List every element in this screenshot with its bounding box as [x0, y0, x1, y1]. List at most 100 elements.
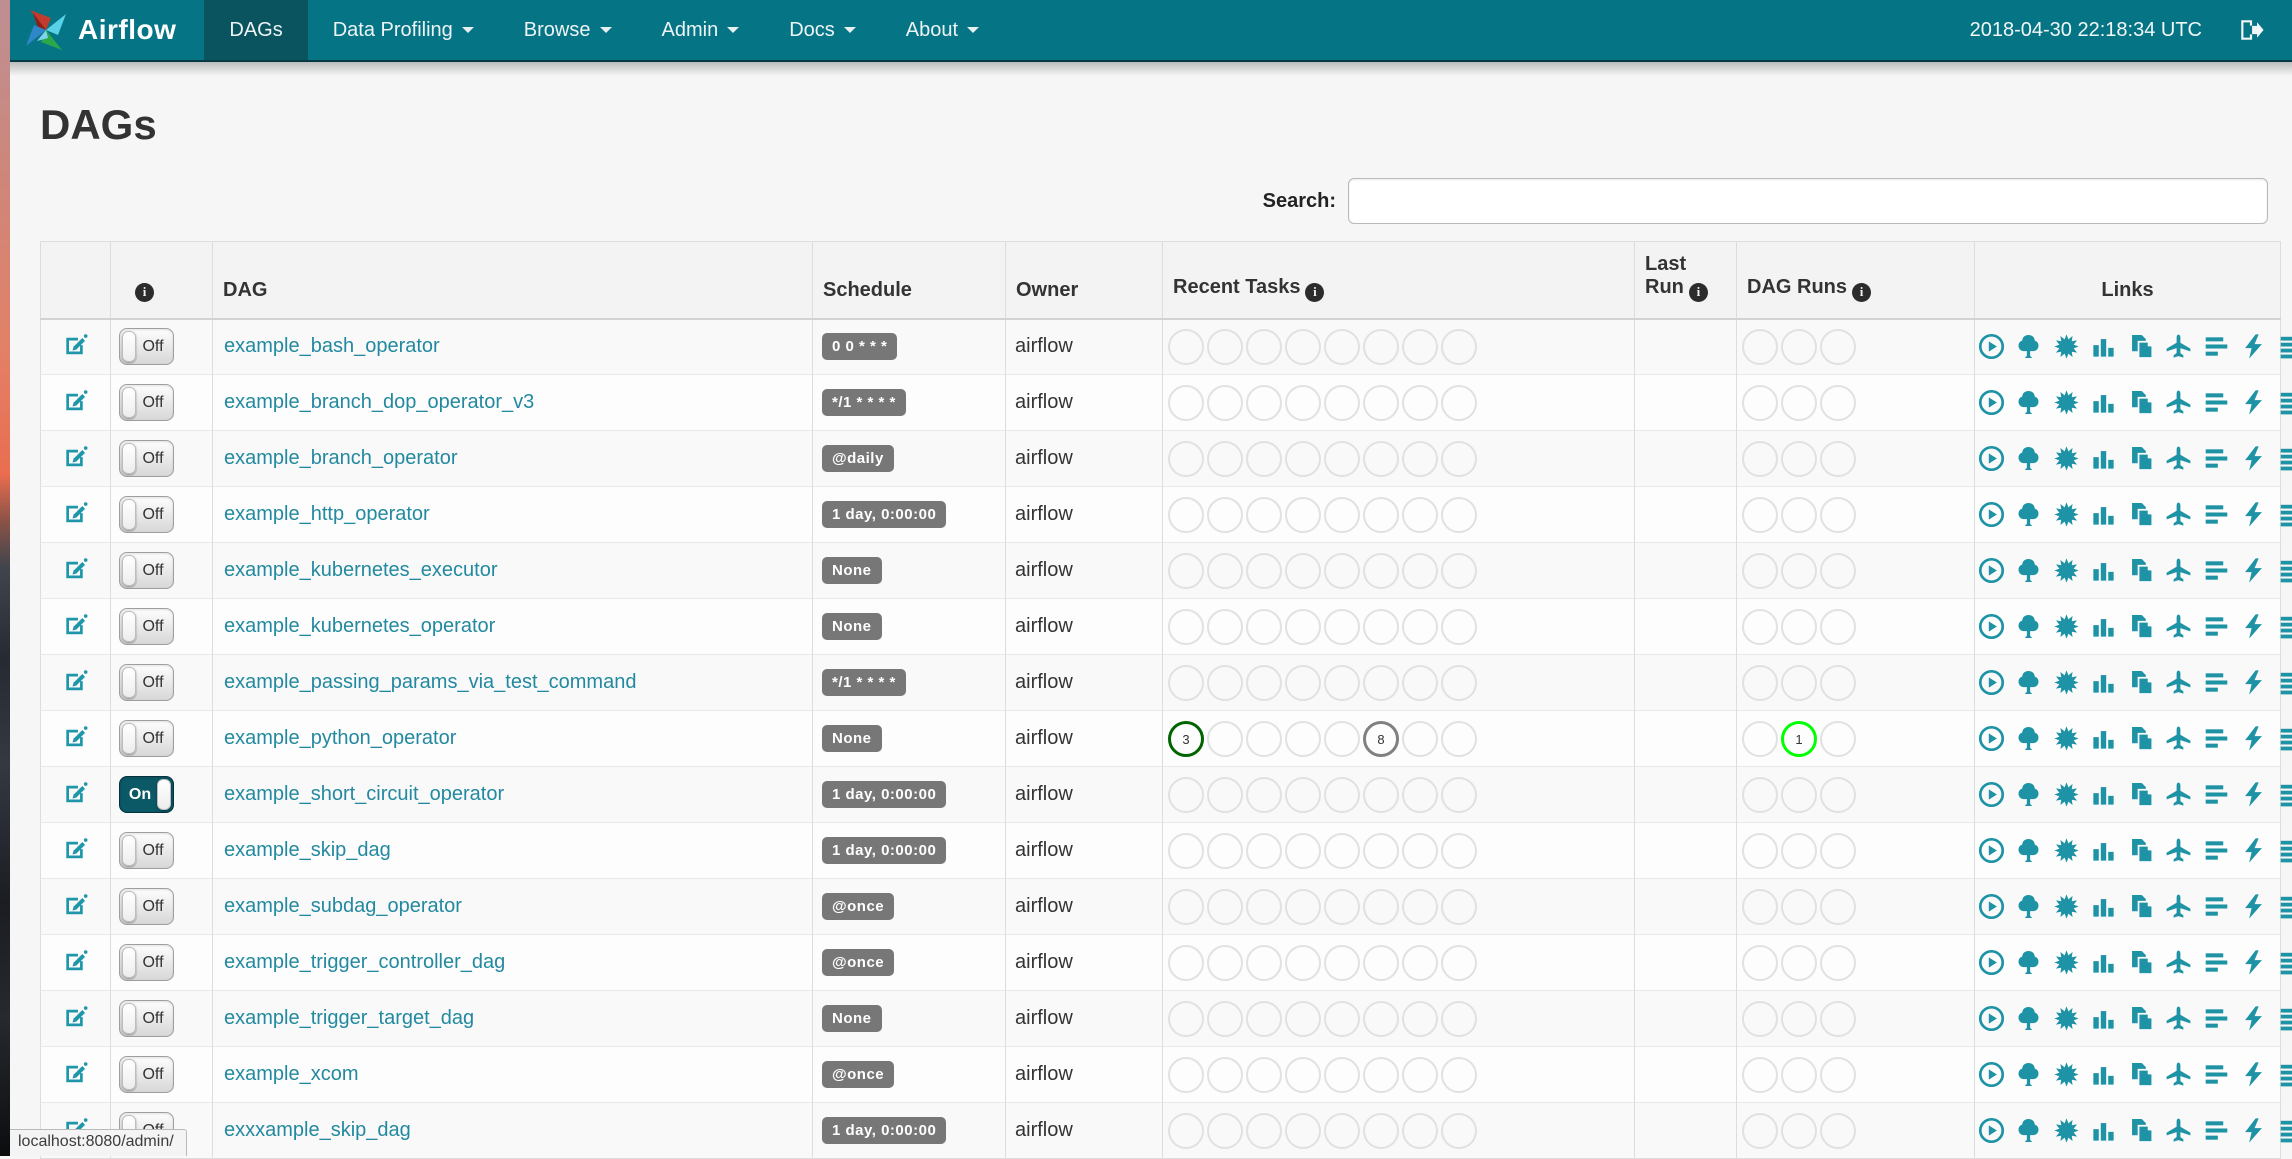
- trigger-dag-link[interactable]: [1978, 557, 2005, 584]
- gantt-link[interactable]: [2203, 445, 2230, 472]
- task-duration-link[interactable]: [2090, 1117, 2117, 1144]
- edit-dag-button[interactable]: [62, 779, 89, 811]
- code-link[interactable]: [2240, 557, 2267, 584]
- tree-view-link[interactable]: [2015, 781, 2042, 808]
- edit-dag-button[interactable]: [62, 499, 89, 531]
- landing-times-link[interactable]: [2165, 949, 2192, 976]
- tree-view-link[interactable]: [2015, 949, 2042, 976]
- logs-link[interactable]: [2278, 837, 2292, 864]
- landing-times-link[interactable]: [2165, 1061, 2192, 1088]
- logout-button[interactable]: [2238, 17, 2264, 43]
- landing-times-link[interactable]: [2165, 837, 2192, 864]
- dag-name-link[interactable]: example_passing_params_via_test_command: [224, 671, 636, 693]
- logs-link[interactable]: [2278, 613, 2292, 640]
- trigger-dag-link[interactable]: [1978, 893, 2005, 920]
- logs-link[interactable]: [2278, 1005, 2292, 1032]
- search-input[interactable]: [1348, 178, 2268, 224]
- landing-times-link[interactable]: [2165, 781, 2192, 808]
- task-duration-link[interactable]: [2090, 837, 2117, 864]
- gantt-link[interactable]: [2203, 725, 2230, 752]
- dag-pause-toggle[interactable]: Off: [119, 328, 174, 366]
- graph-view-link[interactable]: [2053, 333, 2080, 360]
- dag-pause-toggle[interactable]: Off: [119, 944, 174, 981]
- dag-pause-toggle[interactable]: Off: [119, 496, 174, 533]
- gantt-link[interactable]: [2203, 893, 2230, 920]
- trigger-dag-link[interactable]: [1978, 1061, 2005, 1088]
- tree-view-link[interactable]: [2015, 333, 2042, 360]
- tree-view-link[interactable]: [2015, 389, 2042, 416]
- task-tries-link[interactable]: [2128, 949, 2155, 976]
- gantt-link[interactable]: [2203, 389, 2230, 416]
- code-link[interactable]: [2240, 837, 2267, 864]
- edit-dag-button[interactable]: [62, 667, 89, 699]
- code-link[interactable]: [2240, 669, 2267, 696]
- gantt-link[interactable]: [2203, 1005, 2230, 1032]
- edit-dag-button[interactable]: [62, 891, 89, 923]
- task-tries-link[interactable]: [2128, 669, 2155, 696]
- trigger-dag-link[interactable]: [1978, 669, 2005, 696]
- trigger-dag-link[interactable]: [1978, 949, 2005, 976]
- code-link[interactable]: [2240, 781, 2267, 808]
- edit-dag-button[interactable]: [62, 723, 89, 755]
- landing-times-link[interactable]: [2165, 1117, 2192, 1144]
- landing-times-link[interactable]: [2165, 445, 2192, 472]
- code-link[interactable]: [2240, 893, 2267, 920]
- task-duration-link[interactable]: [2090, 389, 2117, 416]
- task-tries-link[interactable]: [2128, 333, 2155, 360]
- trigger-dag-link[interactable]: [1978, 445, 2005, 472]
- trigger-dag-link[interactable]: [1978, 1005, 2005, 1032]
- code-link[interactable]: [2240, 333, 2267, 360]
- tree-view-link[interactable]: [2015, 613, 2042, 640]
- gantt-link[interactable]: [2203, 501, 2230, 528]
- dag-name-link[interactable]: example_short_circuit_operator: [224, 783, 504, 805]
- nav-item-about[interactable]: About: [881, 0, 1004, 60]
- gantt-link[interactable]: [2203, 949, 2230, 976]
- nav-item-browse[interactable]: Browse: [499, 0, 637, 60]
- task-tries-link[interactable]: [2128, 1061, 2155, 1088]
- logs-link[interactable]: [2278, 333, 2292, 360]
- landing-times-link[interactable]: [2165, 333, 2192, 360]
- edit-dag-button[interactable]: [62, 1003, 89, 1035]
- logs-link[interactable]: [2278, 949, 2292, 976]
- code-link[interactable]: [2240, 389, 2267, 416]
- task-tries-link[interactable]: [2128, 501, 2155, 528]
- dag-pause-toggle[interactable]: Off: [119, 440, 174, 477]
- graph-view-link[interactable]: [2053, 389, 2080, 416]
- logs-link[interactable]: [2278, 445, 2292, 472]
- edit-dag-button[interactable]: [62, 555, 89, 587]
- trigger-dag-link[interactable]: [1978, 781, 2005, 808]
- trigger-dag-link[interactable]: [1978, 501, 2005, 528]
- dag-name-link[interactable]: exxxample_skip_dag: [224, 1119, 411, 1141]
- logs-link[interactable]: [2278, 389, 2292, 416]
- dag-name-link[interactable]: example_branch_dop_operator_v3: [224, 391, 534, 413]
- landing-times-link[interactable]: [2165, 1005, 2192, 1032]
- trigger-dag-link[interactable]: [1978, 725, 2005, 752]
- nav-item-dags[interactable]: DAGs: [204, 0, 308, 60]
- dag-name-link[interactable]: example_kubernetes_operator: [224, 615, 495, 637]
- dag-name-link[interactable]: example_skip_dag: [224, 839, 391, 861]
- task-tries-link[interactable]: [2128, 445, 2155, 472]
- dag-name-link[interactable]: example_xcom: [224, 1063, 359, 1085]
- nav-item-docs[interactable]: Docs: [764, 0, 881, 60]
- code-link[interactable]: [2240, 725, 2267, 752]
- task-duration-link[interactable]: [2090, 893, 2117, 920]
- dag-pause-toggle[interactable]: Off: [119, 832, 174, 869]
- trigger-dag-link[interactable]: [1978, 389, 2005, 416]
- tree-view-link[interactable]: [2015, 837, 2042, 864]
- trigger-dag-link[interactable]: [1978, 837, 2005, 864]
- graph-view-link[interactable]: [2053, 669, 2080, 696]
- graph-view-link[interactable]: [2053, 949, 2080, 976]
- graph-view-link[interactable]: [2053, 501, 2080, 528]
- gantt-link[interactable]: [2203, 333, 2230, 360]
- dag-pause-toggle[interactable]: Off: [119, 1000, 174, 1037]
- nav-item-admin[interactable]: Admin: [637, 0, 765, 60]
- dag-name-link[interactable]: example_http_operator: [224, 503, 430, 525]
- dag-pause-toggle[interactable]: Off: [119, 720, 174, 757]
- logs-link[interactable]: [2278, 669, 2292, 696]
- dag-name-link[interactable]: example_kubernetes_executor: [224, 559, 498, 581]
- task-tries-link[interactable]: [2128, 1117, 2155, 1144]
- gantt-link[interactable]: [2203, 1117, 2230, 1144]
- edit-dag-button[interactable]: [62, 387, 89, 419]
- trigger-dag-link[interactable]: [1978, 1117, 2005, 1144]
- header-schedule[interactable]: Schedule: [812, 241, 1006, 320]
